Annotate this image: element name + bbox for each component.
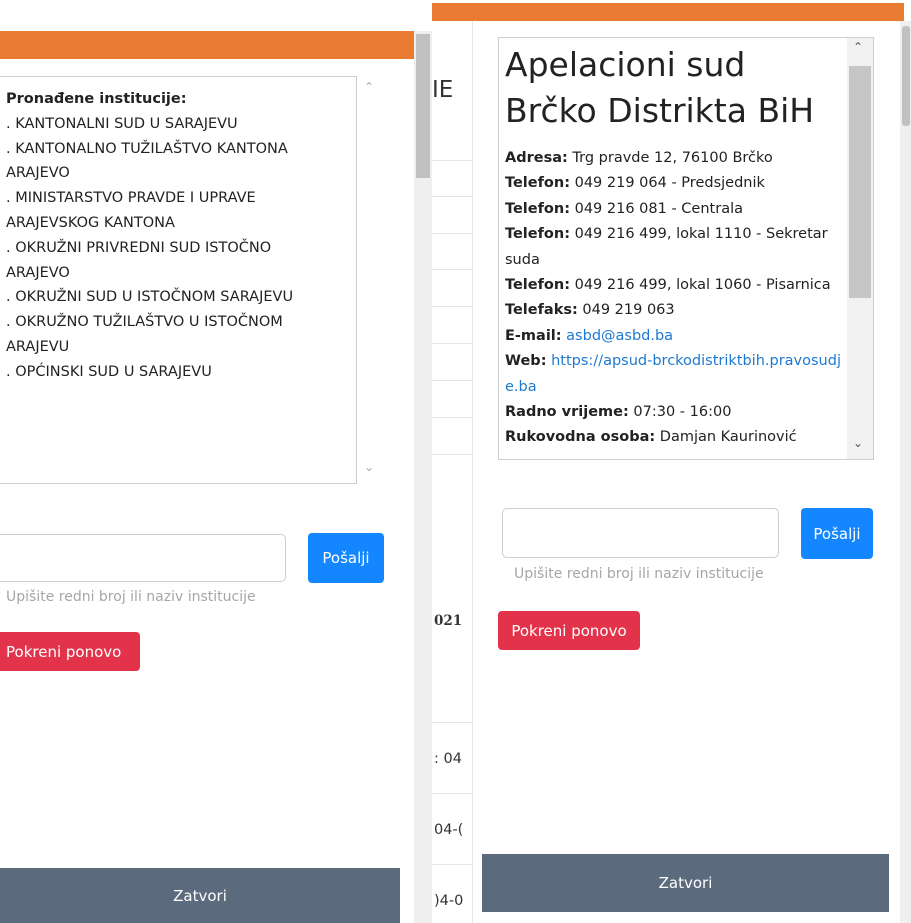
divider	[432, 306, 472, 307]
list-item: . MINISTARSTVO PRAVDE I UPRAVE	[6, 190, 256, 207]
info-label: Telefon:	[505, 175, 570, 192]
info-label: Telefon:	[505, 277, 570, 294]
chevron-up-icon[interactable]: ⌃	[364, 80, 374, 94]
background-page-strip: IE 021 : 04 04-( )4-0	[432, 0, 472, 923]
left-header-bar	[0, 31, 414, 59]
info-label: Telefon:	[505, 226, 570, 243]
divider	[432, 233, 472, 234]
divider	[432, 793, 472, 794]
email-link[interactable]: asbd@asbd.ba	[566, 328, 673, 344]
info-label: Adresa:	[505, 150, 568, 166]
list-item: . OKRUŽNI SUD U ISTOČNOM SARAJEVU	[6, 289, 294, 306]
info-row-hours: Radno vrijeme: 07:30 - 16:00	[505, 400, 841, 425]
background-text: 04-(	[434, 822, 464, 838]
left-close-button[interactable]: Zatvori	[0, 868, 400, 923]
left-page-scroll-thumb[interactable]	[416, 34, 430, 178]
info-label: Rukovodna osoba:	[505, 429, 656, 446]
info-row-phone: Telefon: 049 216 499, lokal 1060 - Pisar…	[505, 273, 841, 298]
divider	[432, 343, 472, 344]
divider	[432, 722, 472, 723]
chevron-down-icon[interactable]: ⌄	[364, 460, 374, 474]
left-message-input[interactable]	[0, 534, 286, 582]
right-header-bar	[432, 3, 904, 21]
info-value: 07:30 - 16:00	[633, 404, 732, 421]
left-restart-button[interactable]: Pokreni ponovo	[0, 632, 140, 671]
divider	[432, 160, 472, 161]
info-row-email: E-mail: asbd@asbd.ba	[505, 324, 841, 349]
info-row-phone: Telefon: 049 216 499, lokal 1110 - Sekre…	[505, 222, 841, 273]
list-item: ARAJEVSKOG KANTONA	[6, 214, 175, 231]
chevron-up-icon[interactable]: ⌃	[853, 40, 863, 54]
left-input-hint: Upišite redni broj ili naziv institucije	[6, 589, 256, 605]
right-restart-button[interactable]: Pokreni ponovo	[498, 611, 640, 650]
info-row-phone: Telefon: 049 216 081 - Centrala	[505, 197, 841, 222]
institution-title: Apelacioni sud Brčko Distrikta BiH	[505, 45, 815, 130]
info-row-web: Web: https://apsud-brckodistriktbih.prav…	[505, 349, 841, 400]
right-page-scroll-thumb[interactable]	[902, 26, 910, 126]
panel-border	[472, 21, 473, 923]
info-value: 049 216 081 - Centrala	[574, 200, 743, 217]
list-item: . KANTONALNO TUŽILAŠTVO KANTONA	[6, 140, 288, 157]
right-chat-panel: Apelacioni sud Brčko Distrikta BiH Adres…	[432, 0, 911, 923]
divider	[432, 196, 472, 197]
list-item: . OKRUŽNI PRIVREDNI SUD ISTOČNO	[6, 239, 272, 256]
background-text: )4-0	[434, 893, 464, 909]
info-value: Trg pravde 12, 76100 Brčko	[572, 150, 773, 166]
web-link[interactable]: https://apsud-brckodistriktbih.pravosudj…	[505, 353, 841, 394]
right-message-input[interactable]	[502, 508, 779, 558]
info-label: Telefaks:	[505, 302, 578, 319]
info-value: 049 216 499, lokal 1060 - Pisarnica	[574, 277, 831, 294]
list-item: ARAJEVO	[6, 165, 70, 182]
divider	[432, 417, 472, 418]
background-text: : 04	[434, 751, 462, 767]
left-send-button[interactable]: Pošalji	[308, 533, 384, 583]
divider	[432, 454, 472, 455]
info-label: E-mail:	[505, 327, 562, 344]
list-item: . OPĆINSKI SUD U SARAJEVU	[6, 363, 212, 380]
info-label: Radno vrijeme:	[505, 404, 629, 421]
info-value: 049 219 063	[582, 302, 675, 319]
divider	[432, 864, 472, 865]
info-row-head: Rukovodna osoba: Damjan Kaurinović	[505, 425, 841, 450]
list-item: . KANTONALNI SUD U SARAJEVU	[6, 115, 238, 132]
list-item: . OKRUŽNO TUŽILAŠTVO U ISTOČNOM	[6, 314, 283, 331]
list-header: Pronađene institucije:	[6, 91, 187, 107]
institution-info: Adresa: Trg pravde 12, 76100 Brčko Telef…	[505, 146, 841, 451]
institutions-list[interactable]: Pronađene institucije: . KANTONALNI SUD …	[0, 76, 357, 484]
list-item: ARAJEVO	[6, 264, 70, 281]
info-row-phone: Telefon: 049 219 064 - Predsjednik	[505, 171, 841, 196]
details-scroll-thumb[interactable]	[849, 66, 871, 298]
info-value: 049 219 064 - Predsjednik	[574, 175, 765, 192]
background-bold-text: 021	[434, 613, 463, 629]
info-label: Web:	[505, 353, 547, 370]
right-close-button[interactable]: Zatvori	[482, 854, 889, 912]
institution-details-box[interactable]: Apelacioni sud Brčko Distrikta BiH Adres…	[498, 37, 874, 460]
left-chat-panel: Pronađene institucije: . KANTONALNI SUD …	[0, 0, 432, 923]
right-page-scrollbar[interactable]	[900, 21, 911, 923]
right-send-button[interactable]: Pošalji	[801, 508, 873, 559]
chevron-down-icon[interactable]: ⌄	[853, 436, 863, 450]
info-row-fax: Telefaks: 049 219 063	[505, 298, 841, 323]
background-heading: IE	[432, 77, 454, 103]
divider	[432, 269, 472, 270]
info-label: Telefon:	[505, 200, 570, 217]
info-value: Damjan Kaurinović	[659, 429, 797, 446]
divider	[432, 380, 472, 381]
info-row-address: Adresa: Trg pravde 12, 76100 Brčko	[505, 146, 841, 171]
list-item: ARAJEVU	[6, 338, 70, 355]
right-input-hint: Upišite redni broj ili naziv institucije	[514, 566, 764, 582]
